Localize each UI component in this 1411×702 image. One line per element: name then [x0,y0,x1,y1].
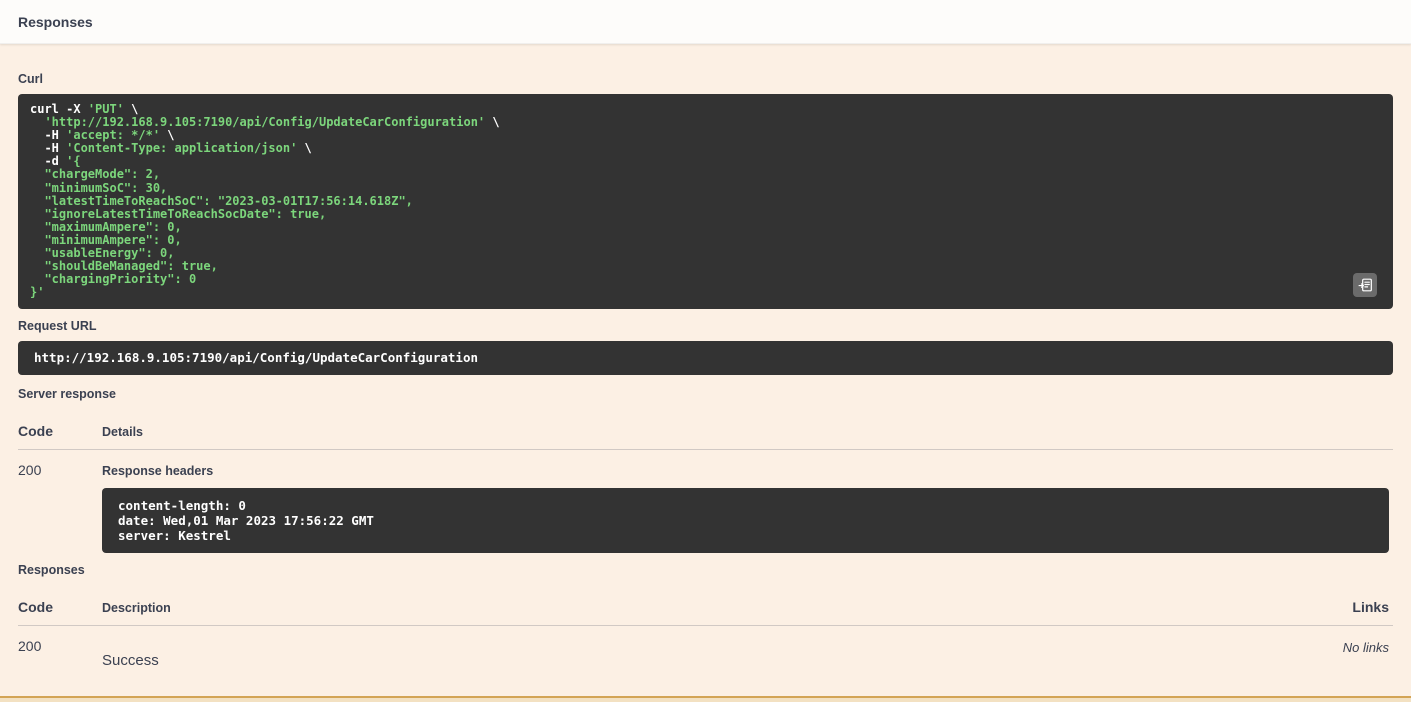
server-response-details: Response headers content-length: 0 date:… [102,462,1389,557]
opblock-body: Curl curl -X 'PUT' \ 'http://192.168.9.1… [0,44,1411,696]
response-headers-label: Response headers [102,464,214,479]
column-header-code: Code [18,423,53,440]
server-response-row: 200 Response headers content-length: 0 d… [18,450,1393,557]
section-title: Responses [18,13,93,30]
response-header-line: server: Kestrel [118,528,231,544]
column-header-details: Details [102,425,143,440]
curl-line: -d '{ [30,154,81,169]
responses-row-description: Success [102,652,159,670]
column-header-links: Links [1352,599,1389,616]
curl-line: 'http://192.168.9.105:7190/api/Config/Up… [30,115,500,130]
column-header-code: Code [18,599,53,616]
server-response-label: Server response [18,387,116,402]
curl-line: "maximumAmpere": 0, [30,219,182,234]
server-response-table: Code Details 200 Response headers conten… [18,409,1393,557]
response-header-line: content-length: 0 [118,498,246,514]
curl-line: "chargeMode": 2, [30,167,161,182]
responses-label: Responses [18,563,85,578]
responses-table-header: Code Description Links [18,585,1393,627]
curl-block: curl -X 'PUT' \ 'http://192.168.9.105:71… [18,94,1393,310]
responses-table: Code Description Links 200 Success No li… [18,585,1393,669]
request-url-label: Request URL [18,319,97,334]
curl-line: "chargingPriority": 0 [30,272,197,287]
responses-section-header: Responses [0,0,1411,44]
clipboard-icon [1358,277,1373,293]
response-headers-block: content-length: 0 date: Wed,01 Mar 2023 … [102,488,1389,554]
responses-row-links: No links [1342,640,1389,656]
curl-line: "usableEnergy": 0, [30,246,175,261]
curl-line: }' [30,285,45,300]
server-response-code: 200 [18,462,42,479]
curl-line: "ignoreLatestTimeToReachSocDate": true, [30,206,327,221]
request-url-value: http://192.168.9.105:7190/api/Config/Upd… [34,350,479,366]
copy-to-clipboard-button[interactable] [1353,273,1377,298]
curl-line: "shouldBeManaged": true, [30,259,218,274]
responses-row-code: 200 [18,638,42,655]
swagger-opblock-put: Responses Curl curl -X 'PUT' \ 'http://1… [0,0,1411,702]
request-url-block: http://192.168.9.105:7190/api/Config/Upd… [18,341,1393,376]
column-header-description: Description [102,601,171,616]
responses-row: 200 Success No links [18,626,1393,669]
curl-label: Curl [18,72,43,86]
response-header-line: date: Wed,01 Mar 2023 17:56:22 GMT [118,513,374,529]
curl-command: curl -X 'PUT' \ 'http://192.168.9.105:71… [30,102,1381,300]
opblock-bottom-border [0,696,1411,702]
server-response-table-header: Code Details [18,409,1393,451]
curl-line: "minimumAmpere": 0, [30,232,182,247]
curl-line: -H 'Content-Type: application/json' \ [30,141,312,156]
